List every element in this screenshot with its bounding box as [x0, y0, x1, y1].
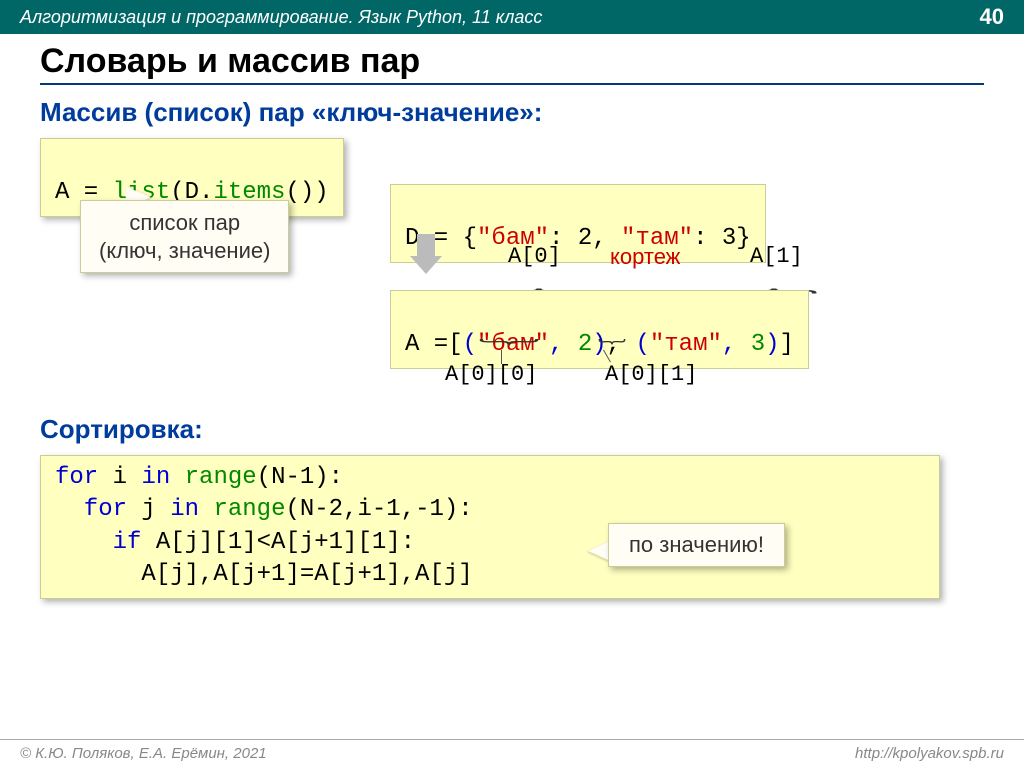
title-rule [40, 83, 984, 85]
slide-title: Словарь и массив пар [40, 42, 984, 81]
slide-footer: © К.Ю. Поляков, Е.А. Ерёмин, 2021 http:/… [0, 739, 1024, 767]
label-a01: A[0][1] [605, 362, 697, 387]
code-sort: for i in range(N-1): for j in range(N-2,… [40, 455, 940, 599]
label-tuple: кортеж [610, 244, 680, 270]
callout-list-pairs: список пар (ключ, значение) [80, 200, 289, 273]
pointer-line [501, 350, 502, 364]
callout-by-value: по значению! [608, 523, 785, 567]
subtitle-sort: Сортировка: [40, 414, 984, 445]
page-number: 40 [980, 4, 1004, 30]
course-title: Алгоритмизация и программирование. Язык … [20, 7, 542, 28]
code-dict-d: D = {"бам": 2, "там": 3} [390, 184, 766, 263]
footer-url: http://kpolyakov.spb.ru [855, 745, 1004, 762]
label-a00: A[0][0] [445, 362, 537, 387]
footer-copyright: © К.Ю. Поляков, Е.А. Ерёмин, 2021 [20, 745, 267, 762]
subtitle-array-pairs: Массив (список) пар «ключ-значение»: [40, 97, 984, 128]
slide-header: Алгоритмизация и программирование. Язык … [0, 0, 1024, 34]
callout-tail-2 [588, 541, 610, 561]
arrow-down-icon [410, 234, 442, 276]
